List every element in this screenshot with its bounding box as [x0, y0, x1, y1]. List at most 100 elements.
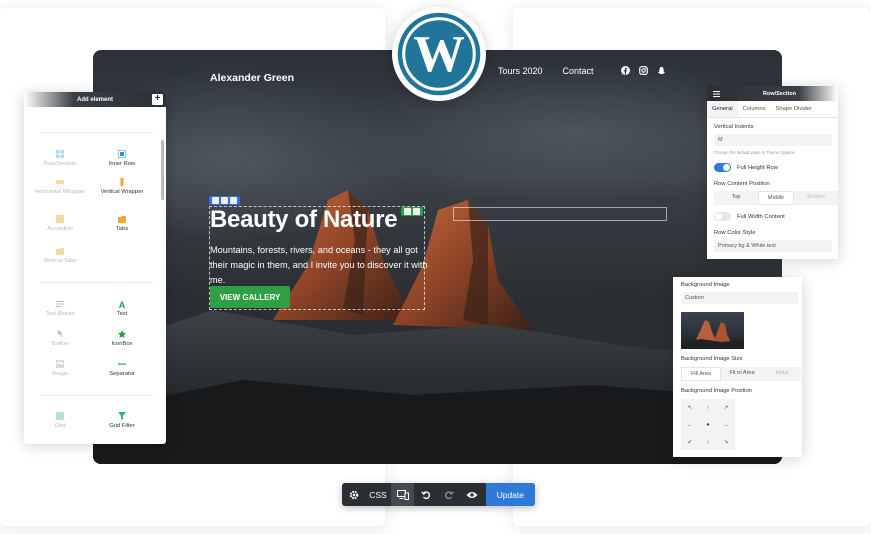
inner-row-icon [118, 150, 126, 158]
element-label: Inner Row [108, 161, 136, 167]
preview-eye-icon[interactable] [460, 483, 483, 506]
background-size-label: Background Image Size [681, 356, 743, 362]
position-top[interactable]: Top [714, 191, 758, 205]
background-panel: Background Image Custom Background Image… [673, 277, 802, 457]
size-fill-area[interactable]: Fill Area [681, 367, 721, 381]
background-size-selector: Fill Area Fit to Area Initial [681, 367, 801, 381]
size-fit-to-area[interactable]: Fit to Area [721, 367, 763, 381]
add-element-header: Add element + [24, 92, 166, 107]
size-initial[interactable]: Initial [763, 367, 801, 381]
row-section-title: Row/Section [763, 91, 797, 97]
add-element-panel: Add element + Row/Section Inner Row Hori… [24, 92, 166, 444]
position-top-left-icon[interactable]: ↖ [688, 405, 693, 411]
site-logo[interactable]: Alexander Green [210, 72, 294, 84]
facebook-icon[interactable] [620, 65, 630, 75]
hero-title[interactable]: Beauty of Nature [210, 206, 398, 234]
element-inner-row[interactable]: Inner Row [92, 150, 152, 168]
column-toolbar[interactable] [209, 196, 240, 205]
element-text[interactable]: A Text [92, 300, 152, 318]
element-label: IconBox [111, 341, 133, 347]
element-accordion[interactable]: Accordion [30, 215, 90, 233]
element-horizontal-wrapper[interactable]: Horizontal Wrapper [30, 178, 90, 196]
element-image[interactable]: Image [30, 360, 90, 378]
column-copy-icon[interactable] [221, 197, 228, 204]
settings-gear-icon[interactable] [342, 483, 365, 506]
position-top-icon[interactable]: ↑ [707, 405, 710, 411]
position-middle[interactable]: Middle [758, 191, 794, 205]
element-vertical-wrapper[interactable]: Vertical Wrapper [92, 178, 152, 196]
element-label: Tabs [115, 226, 129, 232]
position-bottom[interactable]: Bottom [794, 191, 838, 205]
hamburger-menu-icon[interactable] [713, 90, 720, 97]
element-label: Text Blocks [45, 311, 75, 317]
tab-columns[interactable]: Columns [738, 101, 771, 117]
position-bottom-left-icon[interactable]: ↙ [688, 439, 693, 445]
position-bottom-icon[interactable]: ↓ [707, 439, 710, 445]
snapchat-icon[interactable] [656, 65, 666, 75]
css-button[interactable]: CSS [365, 483, 391, 506]
row-section-panel: Row/Section General Columns Shape Divide… [707, 86, 838, 259]
tab-general[interactable]: General [707, 101, 738, 117]
element-label: Image [51, 371, 69, 377]
element-iconbox[interactable]: IconBox [92, 330, 152, 348]
vertical-wrapper-icon [120, 178, 124, 186]
background-image-select[interactable]: Custom [681, 292, 798, 304]
screenshot-stage: Alexander Green Tours 2020 Contact Beaut… [0, 0, 871, 534]
nav-item-tours[interactable]: Tours 2020 [498, 66, 543, 76]
button-icon [58, 330, 63, 337]
element-grid-filter[interactable]: Grid Filter [92, 412, 152, 430]
responsive-devices-icon[interactable] [391, 483, 414, 506]
element-vertical-tabs[interactable]: Vertical Tabs [30, 247, 90, 265]
vertical-indents-select[interactable]: M [714, 134, 832, 146]
content-position-selector: Top Middle Bottom [714, 191, 838, 205]
element-text-blocks[interactable]: Text Blocks [30, 300, 90, 318]
element-grid[interactable]: Grid [30, 412, 90, 430]
element-label: Separator [109, 371, 135, 377]
position-left-icon[interactable]: ← [687, 422, 693, 428]
element-tabs[interactable]: Tabs [92, 215, 152, 233]
element-copy-icon[interactable] [404, 208, 411, 215]
redo-icon[interactable] [437, 483, 460, 506]
background-image-thumbnail[interactable] [681, 312, 744, 349]
nav-item-contact[interactable]: Contact [563, 66, 594, 76]
tab-shape-divider[interactable]: Shape Divider [771, 101, 817, 117]
element-label: Horizontal Wrapper [35, 189, 85, 195]
vertical-indents-label: Vertical Indents [714, 124, 754, 130]
element-label: Grid [54, 423, 66, 429]
column-move-icon[interactable] [212, 197, 219, 204]
add-element-plus-icon[interactable]: + [152, 94, 163, 105]
wordpress-logo: W [392, 7, 486, 101]
empty-column-placeholder[interactable] [453, 207, 667, 221]
text-icon: A [119, 300, 126, 308]
position-top-right-icon[interactable]: ↗ [724, 405, 729, 411]
update-button[interactable]: Update [485, 483, 535, 506]
background-position-grid: ↖ ↑ ↗ ← ● → ↙ ↓ ↘ [681, 399, 735, 450]
full-height-toggle[interactable] [714, 163, 731, 172]
position-right-icon[interactable]: → [723, 422, 729, 428]
element-separator[interactable]: Separator [92, 360, 152, 378]
element-label: Row/Section [43, 161, 77, 167]
add-element-title: Add element [76, 96, 113, 103]
image-icon [56, 360, 64, 368]
grid-filter-icon [118, 412, 126, 420]
element-toolbar[interactable] [401, 207, 423, 216]
site-nav: Tours 2020 Contact [498, 66, 594, 76]
instagram-icon[interactable] [638, 65, 648, 75]
hero-text[interactable]: Mountains, forests, rivers, and oceans -… [210, 243, 430, 288]
view-gallery-button[interactable]: VIEW GALLERY [210, 286, 290, 308]
full-width-toggle[interactable] [714, 212, 731, 221]
element-label: Vertical Tabs [43, 258, 77, 264]
column-delete-icon[interactable] [230, 197, 237, 204]
element-delete-icon[interactable] [413, 208, 420, 215]
vertical-indents-hint: Change the default value in Theme Option… [714, 150, 795, 155]
color-style-label: Row Color Style [714, 230, 756, 236]
panel-scrollbar[interactable] [161, 140, 164, 200]
horizontal-wrapper-icon [56, 180, 64, 184]
color-style-select[interactable]: Primary bg & White text [714, 240, 832, 252]
element-label: Text [116, 311, 128, 317]
element-row-section[interactable]: Row/Section [30, 150, 90, 168]
element-button[interactable]: Button [30, 330, 90, 348]
position-bottom-right-icon[interactable]: ↘ [724, 439, 729, 445]
position-center-icon[interactable]: ● [706, 422, 709, 428]
undo-icon[interactable] [414, 483, 437, 506]
